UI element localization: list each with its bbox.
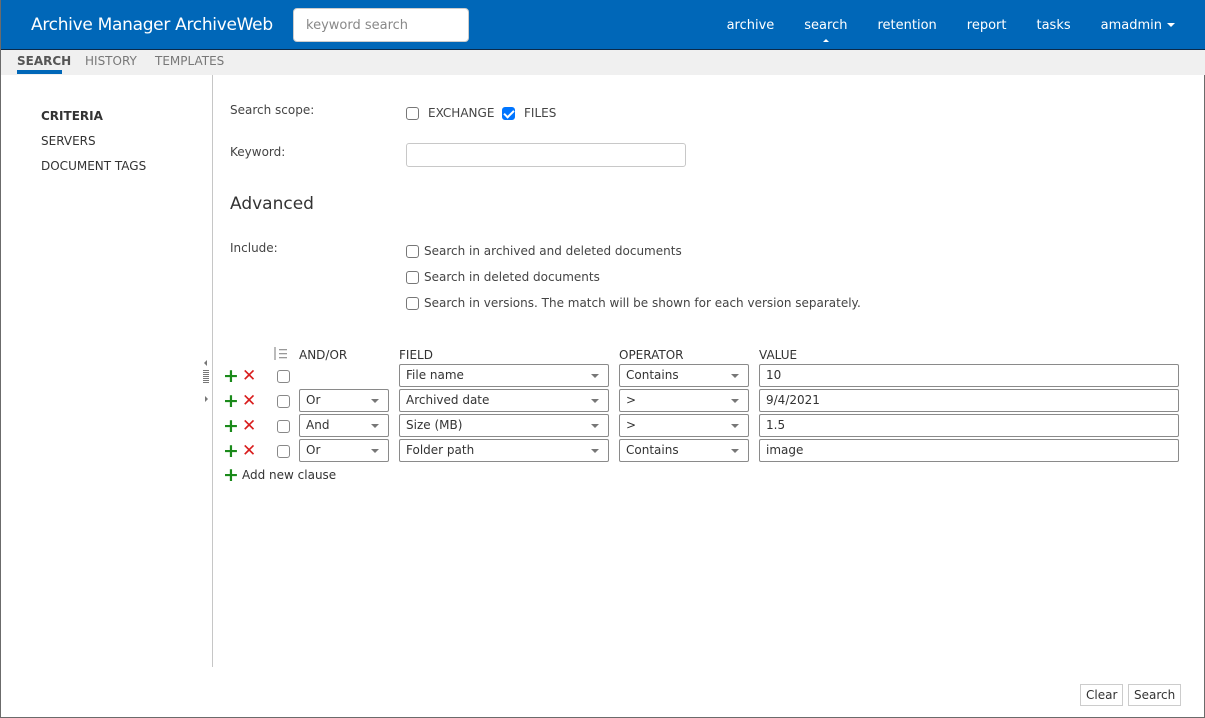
panel-splitter[interactable] [202, 360, 210, 406]
clause-checkbox[interactable] [277, 370, 290, 383]
field-select-value: Size (MB) [406, 418, 463, 432]
user-menu-label: amadmin [1100, 17, 1162, 33]
include-label: Include: [230, 241, 278, 255]
add-new-clause-icon[interactable]: + [223, 466, 239, 485]
search-button[interactable]: Search [1128, 684, 1182, 706]
select-all-list-icon[interactable] [274, 347, 288, 360]
app-title[interactable]: Archive Manager ArchiveWeb [31, 15, 273, 35]
operator-select[interactable]: > [619, 389, 749, 412]
add-clause-icon[interactable]: + [223, 392, 239, 411]
andor-select-value: And [306, 418, 330, 432]
chevron-down-icon [591, 449, 599, 453]
files-label: FILES [524, 106, 557, 120]
add-clause-icon[interactable]: + [223, 367, 239, 386]
operator-header: OPERATOR [619, 348, 684, 362]
exchange-label: EXCHANGE [428, 106, 495, 120]
remove-clause-icon[interactable]: ✕ [242, 418, 256, 435]
chevron-down-icon [371, 424, 379, 428]
operator-select[interactable]: Contains [619, 364, 749, 387]
keyword-input[interactable] [406, 143, 686, 167]
include-deleted-label: Search in deleted documents [424, 270, 600, 284]
value-header: VALUE [759, 348, 798, 362]
value-input[interactable]: 10 [759, 364, 1179, 387]
andor-header: AND/OR [299, 348, 348, 362]
clause-checkbox[interactable] [277, 445, 290, 458]
top-navbar: Archive Manager ArchiveWeb archive searc… [1, 0, 1205, 50]
operator-select-value: Contains [626, 368, 679, 382]
andor-select[interactable]: Or [299, 439, 389, 462]
field-select[interactable]: File name [399, 364, 609, 387]
advanced-heading: Advanced [230, 194, 314, 214]
value-input[interactable]: image [759, 439, 1179, 462]
collapse-left-icon[interactable] [204, 360, 207, 366]
main-nav: archive search retention report tasks am… [697, 0, 1175, 50]
field-header: FIELD [399, 348, 433, 362]
remove-clause-icon[interactable]: ✕ [242, 368, 256, 385]
field-select-value: Folder path [406, 443, 475, 457]
operator-select-value: Contains [626, 443, 679, 457]
field-select[interactable]: Size (MB) [399, 414, 609, 437]
tab-search[interactable]: SEARCH [17, 54, 71, 68]
include-archived-deleted-label: Search in archived and deleted documents [424, 244, 682, 258]
andor-select[interactable]: Or [299, 389, 389, 412]
value-input[interactable]: 1.5 [759, 414, 1179, 437]
tab-templates[interactable]: TEMPLATES [155, 54, 224, 68]
clause-checkbox[interactable] [277, 395, 290, 408]
remove-clause-icon[interactable]: ✕ [242, 393, 256, 410]
keyword-search-input[interactable] [293, 8, 469, 42]
active-tab-indicator [17, 70, 62, 74]
sidebar-item-criteria[interactable]: CRITERIA [41, 109, 103, 123]
sub-tabs: SEARCH HISTORY TEMPLATES [1, 50, 1205, 75]
field-select-value: Archived date [406, 393, 490, 407]
include-archived-deleted-checkbox[interactable] [406, 245, 419, 258]
include-versions-checkbox[interactable] [406, 297, 419, 310]
exchange-checkbox[interactable] [406, 107, 419, 120]
chevron-down-icon [731, 424, 739, 428]
sidebar-item-document-tags[interactable]: DOCUMENT TAGS [41, 159, 146, 173]
grip-icon[interactable] [203, 370, 209, 384]
chevron-down-icon [591, 424, 599, 428]
chevron-down-icon [371, 449, 379, 453]
remove-clause-icon[interactable]: ✕ [242, 443, 256, 460]
expand-right-icon[interactable] [205, 396, 208, 402]
tab-history[interactable]: HISTORY [85, 54, 137, 68]
include-deleted-checkbox[interactable] [406, 271, 419, 284]
nav-archive[interactable]: archive [727, 18, 775, 33]
chevron-down-icon [1167, 23, 1175, 27]
nav-report[interactable]: report [967, 18, 1007, 33]
field-select[interactable]: Folder path [399, 439, 609, 462]
chevron-down-icon [591, 374, 599, 378]
chevron-down-icon [731, 374, 739, 378]
chevron-down-icon [731, 399, 739, 403]
operator-select[interactable]: Contains [619, 439, 749, 462]
value-input[interactable]: 9/4/2021 [759, 389, 1179, 412]
chevron-down-icon [591, 399, 599, 403]
operator-select[interactable]: > [619, 414, 749, 437]
clear-button[interactable]: Clear [1080, 684, 1124, 706]
operator-select-value: > [626, 418, 637, 432]
andor-select-value: Or [306, 443, 321, 457]
include-versions-label: Search in versions. The match will be sh… [424, 296, 861, 310]
sidebar: CRITERIA SERVERS DOCUMENT TAGS [1, 75, 213, 667]
files-checkbox[interactable] [502, 107, 515, 120]
nav-search[interactable]: search [804, 18, 847, 42]
clause-checkbox[interactable] [277, 420, 290, 433]
field-select[interactable]: Archived date [399, 389, 609, 412]
andor-select[interactable]: And [299, 414, 389, 437]
sidebar-item-servers[interactable]: SERVERS [41, 134, 96, 148]
user-menu[interactable]: amadmin [1101, 18, 1175, 33]
add-clause-icon[interactable]: + [223, 417, 239, 436]
andor-select-value: Or [306, 393, 321, 407]
field-select-value: File name [406, 368, 464, 382]
operator-select-value: > [626, 393, 637, 407]
chevron-down-icon [731, 449, 739, 453]
nav-retention[interactable]: retention [877, 18, 936, 33]
add-clause-icon[interactable]: + [223, 442, 239, 461]
chevron-down-icon [371, 399, 379, 403]
search-scope-label: Search scope: [230, 103, 315, 117]
keyword-label: Keyword: [230, 145, 286, 159]
nav-tasks[interactable]: tasks [1036, 18, 1070, 33]
add-new-clause-link[interactable]: Add new clause [242, 468, 336, 482]
